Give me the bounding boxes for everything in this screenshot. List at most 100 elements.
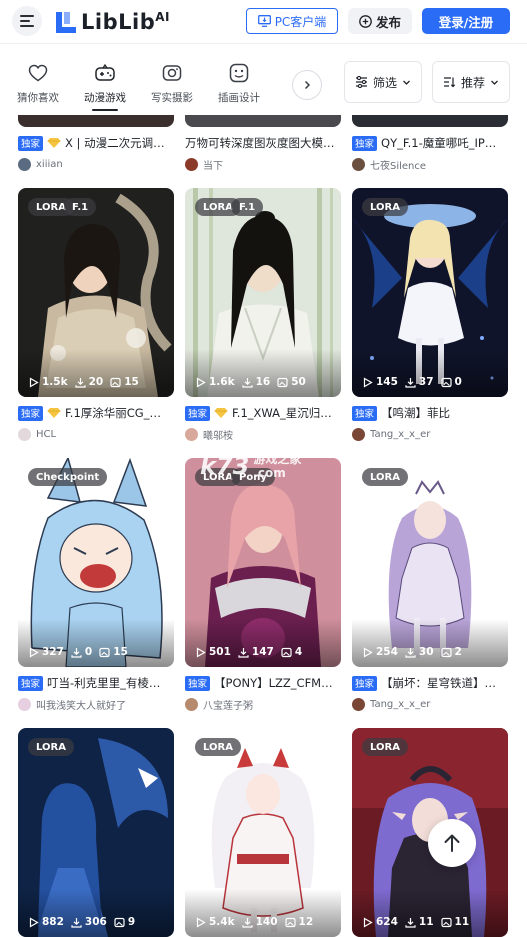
model-title-row[interactable]: 独家 F.1厚涂华丽CG_… <box>18 404 174 422</box>
base-model-badge: F.1 <box>231 198 264 216</box>
avatar <box>352 427 365 441</box>
menu-button[interactable] <box>12 6 42 36</box>
sort-label: 推荐 <box>460 75 485 90</box>
cover-shade <box>352 619 508 667</box>
model-cover[interactable]: Checkpoint 327 0 15 <box>18 458 174 667</box>
pc-client-button[interactable]: PC客户端 <box>246 8 338 34</box>
model-title-row[interactable]: 独家 QY_F.1-魔童哪吒_IP… <box>352 134 508 152</box>
avatar <box>352 697 365 711</box>
images-stat: 15 <box>99 646 128 658</box>
model-thumbnail[interactable] <box>352 115 508 127</box>
cover-shade <box>185 619 341 667</box>
monitor-icon <box>257 15 271 27</box>
avatar <box>185 157 198 171</box>
model-cover[interactable]: LORA 882 306 9 <box>18 728 174 937</box>
runs-stat: 882 <box>28 916 64 928</box>
exclusive-badge: 独家 <box>185 405 211 421</box>
model-cover[interactable]: LORA F.1 1.6k 16 50 <box>185 188 341 397</box>
sliders-icon <box>355 76 367 88</box>
publish-button[interactable]: 发布 <box>348 8 412 34</box>
download-icon <box>71 917 82 928</box>
play-icon <box>196 916 206 928</box>
model-cover[interactable]: LORA F.1 1.5k 20 15 <box>18 188 174 397</box>
site-watermark: k73 游戏之家 .com <box>200 452 302 480</box>
logo-text: LibLibAI <box>81 10 170 34</box>
author-name: HCL <box>36 428 57 440</box>
model-card[interactable]: Checkpoint 327 0 15 独家 叮当-利克里里_有棱… 叫我浅笑大… <box>18 458 174 712</box>
model-title-row[interactable]: 万物可转深度图灰度图大模… <box>185 134 341 152</box>
model-card[interactable]: LORA 882 306 9 <box>18 728 174 937</box>
model-thumbnail[interactable] <box>185 115 341 127</box>
model-title-row[interactable]: 独家 【崩坏：星穹铁道】… <box>352 674 508 692</box>
category-label: 猜你喜欢 <box>17 92 59 104</box>
categories-next-button[interactable] <box>292 70 322 100</box>
model-stats: 327 0 15 <box>28 646 128 658</box>
category-tab-guess-you-like[interactable]: 猜你喜欢 <box>7 62 69 105</box>
model-title-row[interactable]: 独家 【鸣潮】菲比 <box>352 404 508 422</box>
cover-shade <box>185 889 341 937</box>
downloads-stat: 11 <box>405 916 434 928</box>
play-icon <box>363 376 373 388</box>
login-register-button[interactable]: 登录/注册 <box>422 8 510 34</box>
pc-client-label: PC客户端 <box>274 14 327 29</box>
model-author[interactable]: 曦邬桉 <box>185 426 341 442</box>
model-author[interactable]: HCL <box>18 426 174 442</box>
download-icon <box>405 917 416 928</box>
model-card[interactable]: LORA 145 37 0 独家 【鸣潮】菲比 Tang_x_x_er <box>352 188 508 441</box>
model-title: 【PONY】LZZ_CFM… <box>214 676 333 690</box>
downloads-stat: 306 <box>71 916 107 928</box>
model-card[interactable]: LORA 5.4k 140 12 <box>185 728 341 937</box>
cover-shade <box>352 349 508 397</box>
gallery-icon <box>440 647 452 657</box>
sort-icon <box>443 77 456 88</box>
model-author[interactable]: 叫我浅笑大人就好了 <box>18 696 174 712</box>
download-icon <box>74 377 86 388</box>
model-author[interactable]: 当下 <box>185 156 341 172</box>
filter-button[interactable]: 筛选 <box>344 61 422 103</box>
back-to-top-button[interactable] <box>428 819 476 867</box>
category-tab-illustration[interactable]: 插画设计 <box>208 62 270 105</box>
model-title: QY_F.1-魔童哪吒_IP… <box>381 136 497 150</box>
model-author[interactable]: xiiian <box>18 156 174 172</box>
download-icon <box>405 377 416 388</box>
model-title: X | 动漫二次元调… <box>65 136 165 150</box>
model-title-row[interactable]: 独家 【PONY】LZZ_CFM… <box>185 674 341 692</box>
menu-icon <box>20 15 34 27</box>
model-cover[interactable]: LORA 254 30 2 <box>352 458 508 667</box>
model-author[interactable]: 七夜Silence <box>352 156 508 172</box>
model-card[interactable]: LORA F.1 1.5k 20 15 独家 F.1厚涂华丽CG_… HCL <box>18 188 174 441</box>
model-author[interactable]: 八宝莲子粥 <box>185 696 341 712</box>
liblib-logo[interactable]: LibLibAI <box>54 8 170 36</box>
model-author[interactable]: Tang_x_x_er <box>352 696 508 712</box>
model-cover[interactable]: LORA 145 37 0 <box>352 188 508 397</box>
author-name: 八宝莲子粥 <box>203 700 253 712</box>
category-tab-realistic-photo[interactable]: 写实摄影 <box>141 62 203 105</box>
model-cover[interactable]: LORA Pony 501 147 4 <box>185 458 341 667</box>
model-title-row[interactable]: 独家 叮当-利克里里_有棱… <box>18 674 174 692</box>
base-model-badge: F.1 <box>64 198 97 216</box>
exclusive-badge: 独家 <box>352 135 378 151</box>
runs-stat: 624 <box>362 916 398 928</box>
model-card[interactable]: LORA 254 30 2 独家 【崩坏：星穹铁道】… Tang_x_x_er <box>352 458 508 711</box>
model-thumbnail[interactable] <box>18 115 174 127</box>
sort-button[interactable]: 推荐 <box>432 61 510 103</box>
cover-shade <box>18 349 174 397</box>
exclusive-badge: 独家 <box>352 675 378 691</box>
category-tab-anime-games[interactable]: 动漫游戏 <box>74 62 136 105</box>
model-cover[interactable]: LORA 5.4k 140 12 <box>185 728 341 937</box>
model-title: 万物可转深度图灰度图大模… <box>185 136 335 150</box>
model-card[interactable]: LORA Pony 501 147 4 独家 【PONY】LZZ_CFM… 八宝… <box>185 458 341 712</box>
chevron-right-icon <box>304 80 311 90</box>
author-name: 曦邬桉 <box>203 430 233 442</box>
model-type-badge: Checkpoint <box>28 468 108 486</box>
avatar <box>18 697 31 711</box>
download-icon <box>405 647 416 658</box>
images-stat: 2 <box>440 646 462 658</box>
model-title-row[interactable]: 独家 F.1_XWA_星沉归… <box>185 404 341 422</box>
play-icon <box>196 646 206 658</box>
model-card[interactable]: LORA F.1 1.6k 16 50 独家 F.1_XWA_星沉归… 曦邬桉 <box>185 188 341 442</box>
model-author[interactable]: Tang_x_x_er <box>352 426 508 442</box>
model-title-row[interactable]: 独家 X | 动漫二次元调… <box>18 134 174 152</box>
category-label: 插画设计 <box>218 92 260 104</box>
downloads-stat: 37 <box>405 376 434 388</box>
